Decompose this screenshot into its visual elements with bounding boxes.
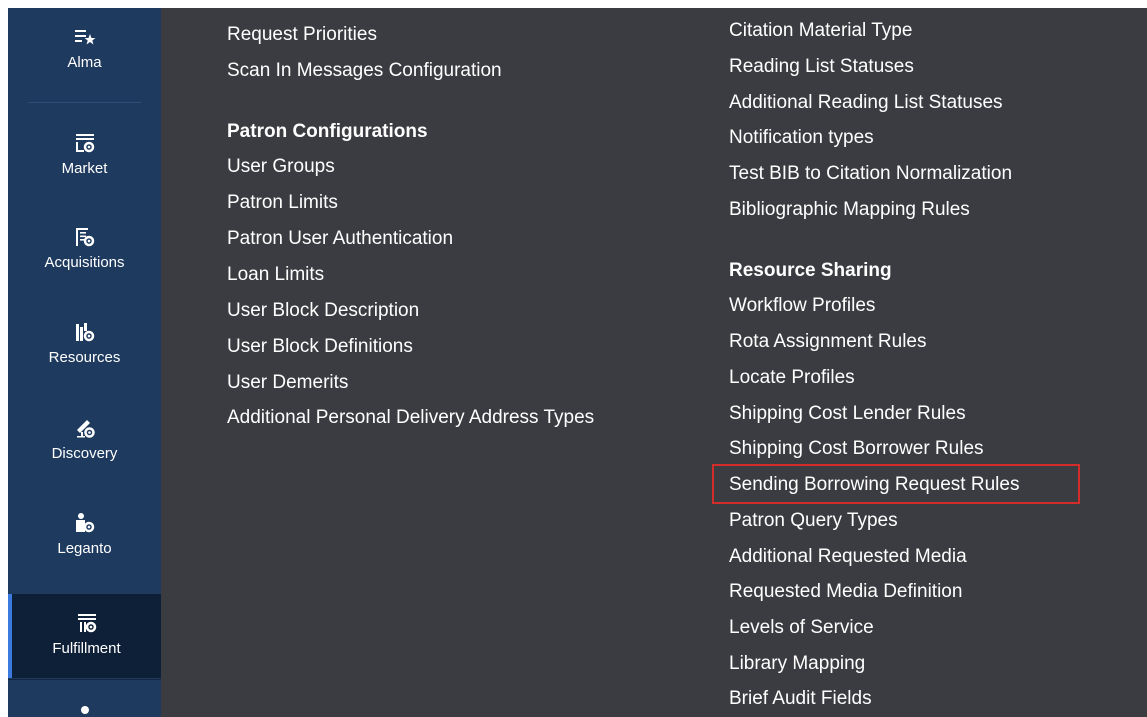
link-loan-limits[interactable]: Loan Limits [227, 264, 324, 286]
link-patron-query-types[interactable]: Patron Query Types [729, 510, 898, 532]
link-request-priorities[interactable]: Request Priorities [227, 24, 377, 46]
link-user-demerits[interactable]: User Demerits [227, 372, 348, 394]
app-window: Alma Market Acquisitions Resources Disco… [8, 8, 1147, 717]
sidebar-item-label: Discovery [51, 445, 118, 462]
link-patron-user-authentication[interactable]: Patron User Authentication [227, 228, 453, 250]
link-patron-limits[interactable]: Patron Limits [227, 192, 338, 214]
sidebar-item-label: Alma [67, 54, 102, 71]
link-user-block-definitions[interactable]: User Block Definitions [227, 336, 413, 358]
link-notification-types[interactable]: Notification types [729, 127, 874, 149]
sidebar-item-fulfillment[interactable]: Fulfillment [8, 594, 161, 678]
link-levels-of-service[interactable]: Levels of Service [729, 617, 874, 639]
link-workflow-profiles[interactable]: Workflow Profiles [729, 295, 875, 317]
link-library-mapping[interactable]: Library Mapping [729, 653, 865, 675]
section-heading-resource-sharing: Resource Sharing [729, 260, 892, 281]
link-rota-assignment-rules[interactable]: Rota Assignment Rules [729, 331, 927, 353]
sidebar-item-leganto[interactable]: Leganto [8, 492, 161, 574]
link-user-block-description[interactable]: User Block Description [227, 300, 419, 322]
link-bibliographic-mapping-rules[interactable]: Bibliographic Mapping Rules [729, 199, 970, 221]
sidebar-item-market[interactable]: Market [8, 112, 161, 194]
sidebar-item-discovery[interactable]: Discovery [8, 397, 161, 479]
leganto-gear-icon [75, 513, 94, 533]
link-citation-material-type[interactable]: Citation Material Type [729, 20, 912, 42]
link-brief-audit-fields[interactable]: Brief Audit Fields [729, 688, 872, 710]
link-scan-in-messages[interactable]: Scan In Messages Configuration [227, 60, 502, 82]
link-additional-requested-media[interactable]: Additional Requested Media [729, 546, 967, 568]
link-locate-profiles[interactable]: Locate Profiles [729, 367, 855, 389]
sidebar-item-label: Market [61, 160, 108, 177]
link-additional-reading-list-statuses[interactable]: Additional Reading List Statuses [729, 92, 1003, 114]
sidebar-divider [8, 679, 161, 680]
resources-gear-icon [75, 323, 94, 342]
link-shipping-cost-lender-rules[interactable]: Shipping Cost Lender Rules [729, 403, 966, 425]
link-additional-personal-delivery-address-types[interactable]: Additional Personal Delivery Address Typ… [227, 407, 622, 429]
sidebar-item-label: Leganto [57, 540, 112, 557]
sidebar-item-label: Acquisitions [44, 254, 125, 271]
link-shipping-cost-borrower-rules[interactable]: Shipping Cost Borrower Rules [729, 438, 984, 460]
link-user-groups[interactable]: User Groups [227, 156, 335, 178]
sidebar-divider [28, 102, 141, 103]
acquisitions-gear-icon [75, 228, 94, 247]
link-test-bib-to-citation-normalization[interactable]: Test BIB to Citation Normalization [729, 163, 1012, 185]
sidebar-item-more[interactable] [8, 688, 161, 717]
sidebar: Alma Market Acquisitions Resources Disco… [8, 8, 161, 717]
person-icon [80, 706, 89, 714]
section-heading-patron-configurations: Patron Configurations [227, 121, 428, 142]
link-requested-media-definition[interactable]: Requested Media Definition [729, 581, 962, 603]
fulfillment-gear-icon [77, 614, 96, 633]
link-sending-borrowing-request-rules[interactable]: Sending Borrowing Request Rules [729, 474, 1019, 496]
discovery-telescope-gear-icon [76, 420, 95, 438]
link-reading-list-statuses[interactable]: Reading List Statuses [729, 56, 914, 78]
alma-star-list-icon [74, 30, 95, 45]
sidebar-item-resources[interactable]: Resources [8, 301, 161, 383]
sidebar-item-acquisitions[interactable]: Acquisitions [8, 206, 161, 288]
sidebar-item-alma[interactable]: Alma [8, 8, 161, 100]
sidebar-item-label: Fulfillment [52, 640, 121, 657]
market-gear-icon [75, 134, 94, 153]
sidebar-item-label: Resources [48, 349, 121, 366]
